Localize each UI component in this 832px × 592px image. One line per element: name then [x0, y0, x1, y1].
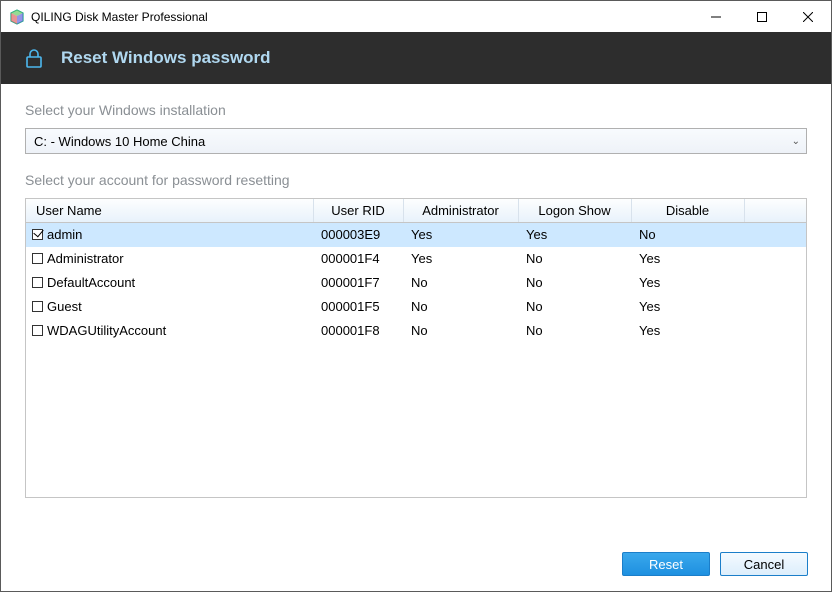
dropdown-selected-value: C: - Windows 10 Home China	[34, 134, 205, 149]
row-checkbox[interactable]	[32, 229, 43, 240]
cell-username: WDAGUtilityAccount	[47, 323, 166, 338]
cell-disable: Yes	[631, 319, 744, 343]
col-header-spacer	[744, 199, 806, 223]
cell-disable: Yes	[631, 295, 744, 319]
cell-admin: Yes	[403, 223, 518, 247]
cell-spacer	[744, 295, 806, 319]
chevron-down-icon: ⌄	[792, 136, 800, 147]
select-install-label: Select your Windows installation	[25, 102, 807, 118]
cell-rid: 000001F8	[313, 319, 403, 343]
col-header-logon[interactable]: Logon Show	[518, 199, 631, 223]
cell-logon: Yes	[518, 223, 631, 247]
cell-logon: No	[518, 295, 631, 319]
app-icon	[9, 9, 25, 25]
cell-username: DefaultAccount	[47, 275, 135, 290]
col-header-admin[interactable]: Administrator	[403, 199, 518, 223]
table-header-row: User Name User RID Administrator Logon S…	[26, 199, 806, 223]
close-button[interactable]	[785, 1, 831, 32]
col-header-rid[interactable]: User RID	[313, 199, 403, 223]
content-area: Select your Windows installation C: - Wi…	[1, 84, 831, 498]
cell-rid: 000001F5	[313, 295, 403, 319]
cell-spacer	[744, 247, 806, 271]
col-header-disable[interactable]: Disable	[631, 199, 744, 223]
cell-spacer	[744, 223, 806, 247]
page-header: Reset Windows password	[1, 32, 831, 84]
footer-buttons: Reset Cancel	[622, 552, 808, 576]
window-controls	[693, 1, 831, 32]
cell-admin: Yes	[403, 247, 518, 271]
table-row[interactable]: Administrator000001F4YesNoYes	[26, 247, 806, 271]
table-row[interactable]: admin000003E9YesYesNo	[26, 223, 806, 247]
cell-username: Guest	[47, 299, 82, 314]
col-header-username[interactable]: User Name	[26, 199, 313, 223]
cell-rid: 000003E9	[313, 223, 403, 247]
minimize-button[interactable]	[693, 1, 739, 32]
maximize-button[interactable]	[739, 1, 785, 32]
row-checkbox[interactable]	[32, 325, 43, 336]
accounts-table: User Name User RID Administrator Logon S…	[25, 198, 807, 498]
cell-admin: No	[403, 319, 518, 343]
cell-username: Administrator	[47, 251, 124, 266]
cell-logon: No	[518, 319, 631, 343]
window-title: QILING Disk Master Professional	[31, 10, 693, 24]
cell-rid: 000001F4	[313, 247, 403, 271]
table-row[interactable]: DefaultAccount000001F7NoNoYes	[26, 271, 806, 295]
lock-icon	[21, 45, 47, 71]
cell-rid: 000001F7	[313, 271, 403, 295]
table-row[interactable]: WDAGUtilityAccount000001F8NoNoYes	[26, 319, 806, 343]
cell-disable: Yes	[631, 247, 744, 271]
page-title: Reset Windows password	[61, 48, 271, 68]
select-account-label: Select your account for password resetti…	[25, 172, 807, 188]
cell-spacer	[744, 319, 806, 343]
windows-install-dropdown[interactable]: C: - Windows 10 Home China ⌄	[25, 128, 807, 154]
cell-admin: No	[403, 295, 518, 319]
cell-disable: Yes	[631, 271, 744, 295]
row-checkbox[interactable]	[32, 277, 43, 288]
row-checkbox[interactable]	[32, 253, 43, 264]
cell-logon: No	[518, 247, 631, 271]
cell-admin: No	[403, 271, 518, 295]
reset-button[interactable]: Reset	[622, 552, 710, 576]
cell-username: admin	[47, 227, 82, 242]
table-row[interactable]: Guest000001F5NoNoYes	[26, 295, 806, 319]
row-checkbox[interactable]	[32, 301, 43, 312]
cell-spacer	[744, 271, 806, 295]
window-titlebar: QILING Disk Master Professional	[1, 1, 831, 32]
cancel-button[interactable]: Cancel	[720, 552, 808, 576]
cell-disable: No	[631, 223, 744, 247]
cell-logon: No	[518, 271, 631, 295]
